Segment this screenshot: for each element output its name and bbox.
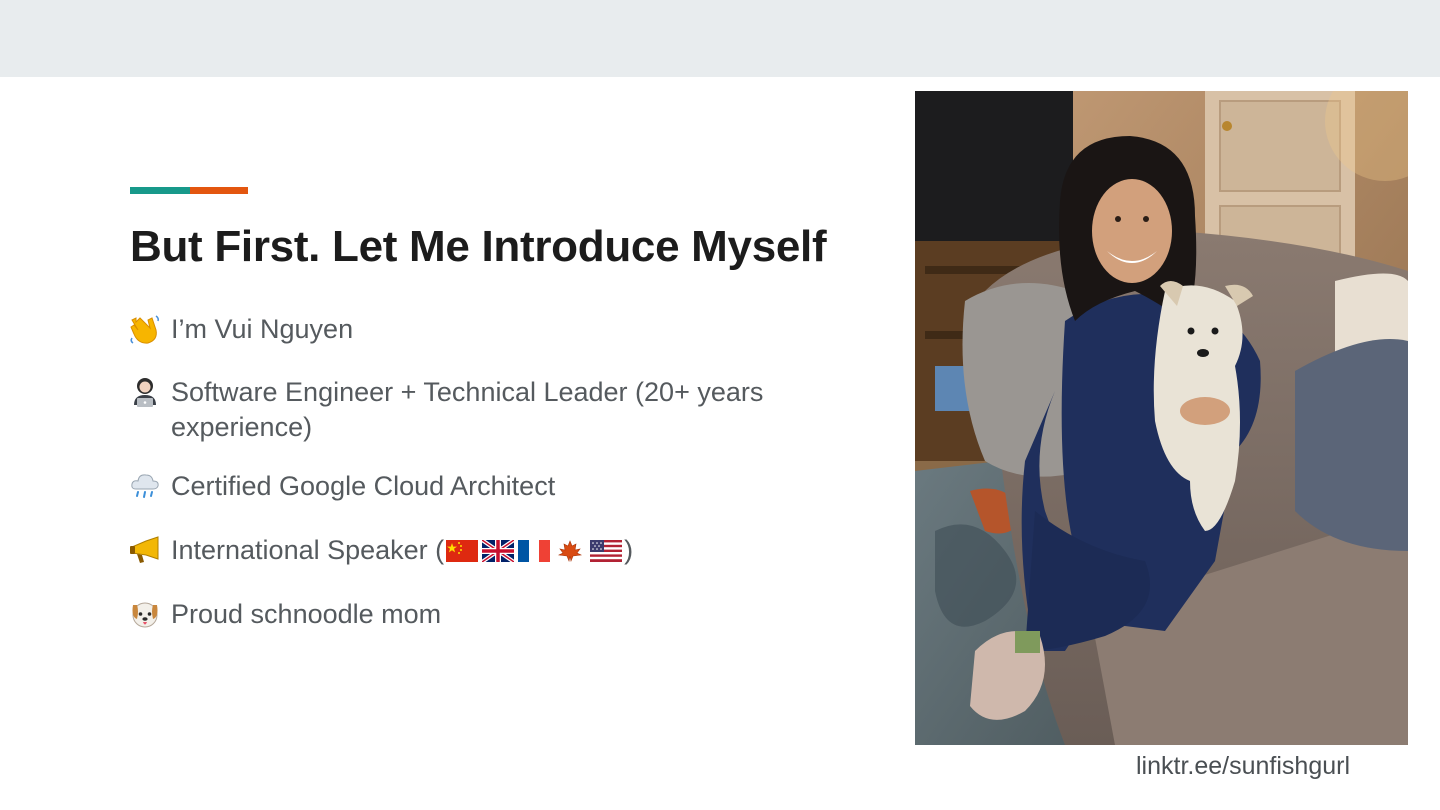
bullet-role: Software Engineer + Technical Leader (20… xyxy=(128,375,828,445)
waving-hand-icon xyxy=(128,312,162,346)
bullet-text-end: ) xyxy=(624,535,634,565)
bullet-speaker: International Speaker () xyxy=(128,533,633,568)
france-flag-icon xyxy=(518,536,551,562)
bullet-certification: Certified Google Cloud Architect xyxy=(128,469,555,504)
bullet-text-start: International Speaker ( xyxy=(171,535,445,565)
accent-bar-teal xyxy=(130,187,190,194)
bullet-text: Certified Google Cloud Architect xyxy=(171,471,556,501)
accent-bar-orange xyxy=(190,187,248,194)
top-band xyxy=(0,0,1440,77)
bullet-name: I’m Vui Nguyen xyxy=(128,312,353,347)
linktree-url[interactable]: linktr.ee/sunfishgurl xyxy=(1136,752,1350,781)
uk-flag-icon xyxy=(481,536,516,564)
bullet-dog: Proud schnoodle mom xyxy=(128,597,441,632)
china-flag-icon xyxy=(446,536,479,562)
slide-title: But First. Let Me Introduce Myself xyxy=(130,222,827,271)
bullet-text: Proud schnoodle mom xyxy=(171,599,442,629)
usa-flag-icon xyxy=(590,536,623,562)
dog-face-icon xyxy=(128,597,162,631)
cloud-rain-icon xyxy=(128,469,162,503)
maple-leaf-icon xyxy=(554,536,586,563)
technologist-icon xyxy=(128,375,162,409)
bullet-text: I’m Vui Nguyen xyxy=(171,314,354,344)
bullet-text: Software Engineer + Technical Leader (20… xyxy=(171,377,764,442)
profile-photo xyxy=(915,91,1408,745)
megaphone-icon xyxy=(128,533,162,567)
